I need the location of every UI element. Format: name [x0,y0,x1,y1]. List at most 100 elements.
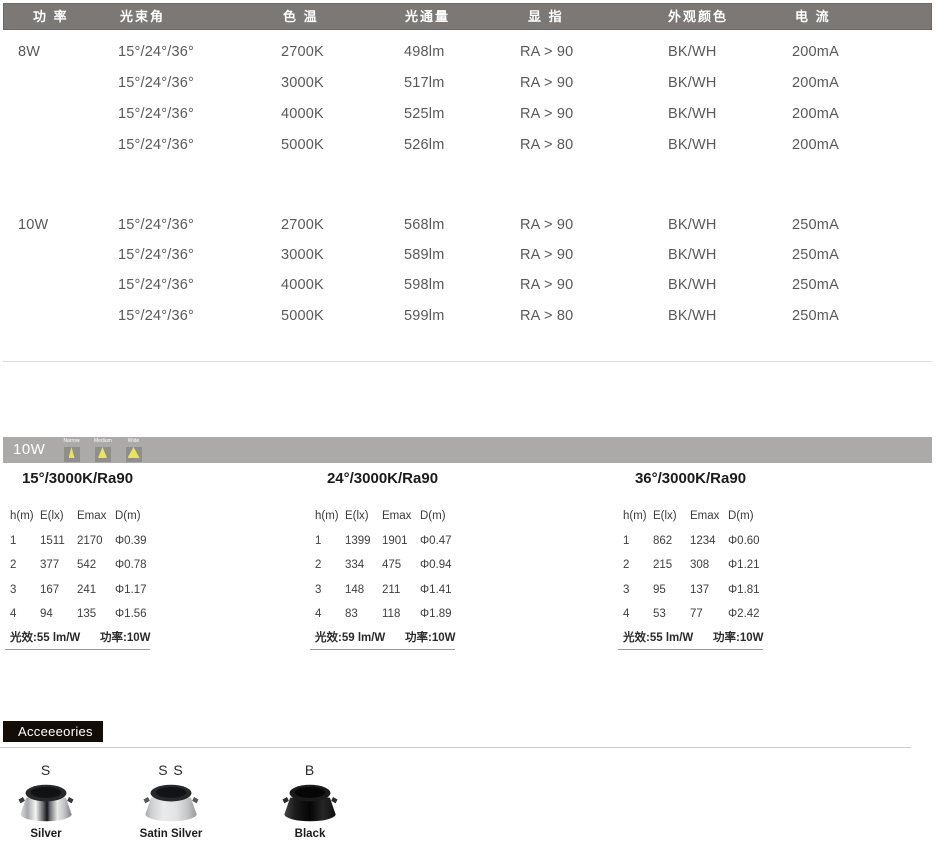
pt-cell: 334 [345,553,382,578]
cell-cct: 5000K [281,306,324,326]
pt-row: 3 148 211 Φ1.41 [310,578,455,603]
pt-cell: 1 [10,529,40,554]
pt-cell: 241 [77,578,115,603]
efficacy-label: 光效:55 lm/W [10,629,80,647]
pt-cell: 1511 [40,529,77,554]
pt-cell: 542 [77,553,115,578]
photometric-table-24: 24°/3000K/Ra90 h(m) E(lx) Emax D(m) 1 13… [310,470,455,650]
narrow-beam-icon [64,447,80,462]
pt-cell: 94 [40,602,77,627]
cell-finish: BK/WH [668,215,717,235]
pt-row: 1 1511 2170 Φ0.39 [5,529,150,554]
pt-cell: Φ1.89 [420,602,455,627]
cell-cri: RA > 90 [520,42,573,62]
cell-beam-angle: 15°/24°/36° [118,275,194,295]
header-cell-cct: 色 温 [283,4,319,29]
pt-header-emax: Emax [382,504,420,529]
cell-current: 200mA [792,73,839,93]
cell-flux: 525lm [404,104,445,124]
cell-cct: 2700K [281,42,324,62]
pt-cell: 1 [623,529,653,554]
pt-cell: Φ1.56 [115,602,150,627]
power-label: 功率:10W [405,629,455,647]
pt-cell: Φ1.81 [728,578,763,603]
beam-icon-medium: Medium [94,438,111,462]
medium-beam-icon [95,447,111,462]
pt-row: 2 377 542 Φ0.78 [5,553,150,578]
pt-title: 24°/3000K/Ra90 [310,470,455,488]
pt-row: 3 95 137 Φ1.81 [618,578,763,603]
cell-beam-angle: 15°/24°/36° [118,104,194,124]
pt-cell: 211 [382,578,420,603]
cell-current: 250mA [792,306,839,326]
pt-row: 3 167 241 Φ1.17 [5,578,150,603]
cell-flux: 526lm [404,135,445,155]
pt-header-d: D(m) [420,504,455,529]
beam-icon-wide: Wide [125,438,142,462]
pt-cell: Φ0.78 [115,553,150,578]
pt-cell: 1399 [345,529,382,554]
beam-icon-label: Narrow [63,438,80,445]
cell-cri: RA > 90 [520,73,573,93]
pt-cell: 3 [315,578,345,603]
cell-cct: 4000K [281,275,324,295]
cell-flux: 568lm [404,215,445,235]
accessory-label: Black [268,828,352,840]
cell-cct: 5000K [281,135,324,155]
cell-current: 200mA [792,135,839,155]
pt-cell: 4 [315,602,345,627]
accessory-item-black: B Black [268,762,352,840]
pt-cell: 215 [653,553,690,578]
pt-cell: 167 [40,578,77,603]
cell-cri: RA > 80 [520,306,573,326]
cell-flux: 498lm [404,42,445,62]
pt-cell: Φ0.39 [115,529,150,554]
cell-finish: BK/WH [668,135,717,155]
accessory-label: Silver [4,828,88,840]
beam-icon-narrow: Narrow [63,438,80,462]
cell-finish: BK/WH [668,245,717,265]
cell-current: 250mA [792,245,839,265]
pt-header-row: h(m) E(lx) Emax D(m) [310,504,455,529]
pt-header-emax: Emax [77,504,115,529]
spec-table-header: 功 率 光束角 色 温 光通量 显 指 外观颜色 电 流 [3,3,932,30]
table-row: 15°/24°/36° 5000K 599lm RA > 80 BK/WH 25… [0,306,945,326]
pt-cell: 53 [653,602,690,627]
header-cell-power: 功 率 [33,4,69,29]
pt-header-e: E(lx) [345,504,382,529]
header-cell-finish: 外观颜色 [668,4,728,29]
pt-cell: 3 [10,578,40,603]
pt-cell: 377 [40,553,77,578]
cell-flux: 598lm [404,275,445,295]
header-cell-flux: 光通量 [405,4,450,29]
cell-cri: RA > 90 [520,245,573,265]
pt-row: 4 53 77 Φ2.42 [618,602,763,627]
photometric-table-15: 15°/3000K/Ra90 h(m) E(lx) Emax D(m) 1 15… [5,470,150,650]
table-row: 15°/24°/36° 5000K 526lm RA > 80 BK/WH 20… [0,135,945,155]
pt-cell: 4 [10,602,40,627]
accessory-item-satin-silver: S S Satin Silver [129,762,213,840]
datasheet-page: 功 率 光束角 色 温 光通量 显 指 外观颜色 电 流 8W 15°/24°/… [0,0,945,862]
pt-cell: Φ0.94 [420,553,455,578]
table-row: 10W 15°/24°/36° 2700K 568lm RA > 90 BK/W… [0,215,945,235]
pt-row: 4 94 135 Φ1.56 [5,602,150,627]
pt-cell: 95 [653,578,690,603]
pt-cell: 2 [10,553,40,578]
cell-cri: RA > 90 [520,215,573,235]
cell-finish: BK/WH [668,306,717,326]
wide-beam-icon [126,447,142,462]
pt-row: 1 1399 1901 Φ0.47 [310,529,455,554]
pt-row: 2 215 308 Φ1.21 [618,553,763,578]
pt-footer: 光效:55 lm/W 功率:10W [5,629,150,650]
table-row: 15°/24°/36° 3000K 589lm RA > 90 BK/WH 25… [0,245,945,265]
pt-cell: 1234 [690,529,728,554]
accessory-code: B [268,762,352,779]
pt-cell: 83 [345,602,382,627]
cell-beam-angle: 15°/24°/36° [118,73,194,93]
pt-grid: h(m) E(lx) Emax D(m) 1 1399 1901 Φ0.47 2… [310,504,455,627]
pt-header-h: h(m) [315,504,345,529]
cell-current: 250mA [792,275,839,295]
cell-cct: 2700K [281,215,324,235]
pt-header-d: D(m) [115,504,150,529]
pt-cell: Φ0.60 [728,529,763,554]
